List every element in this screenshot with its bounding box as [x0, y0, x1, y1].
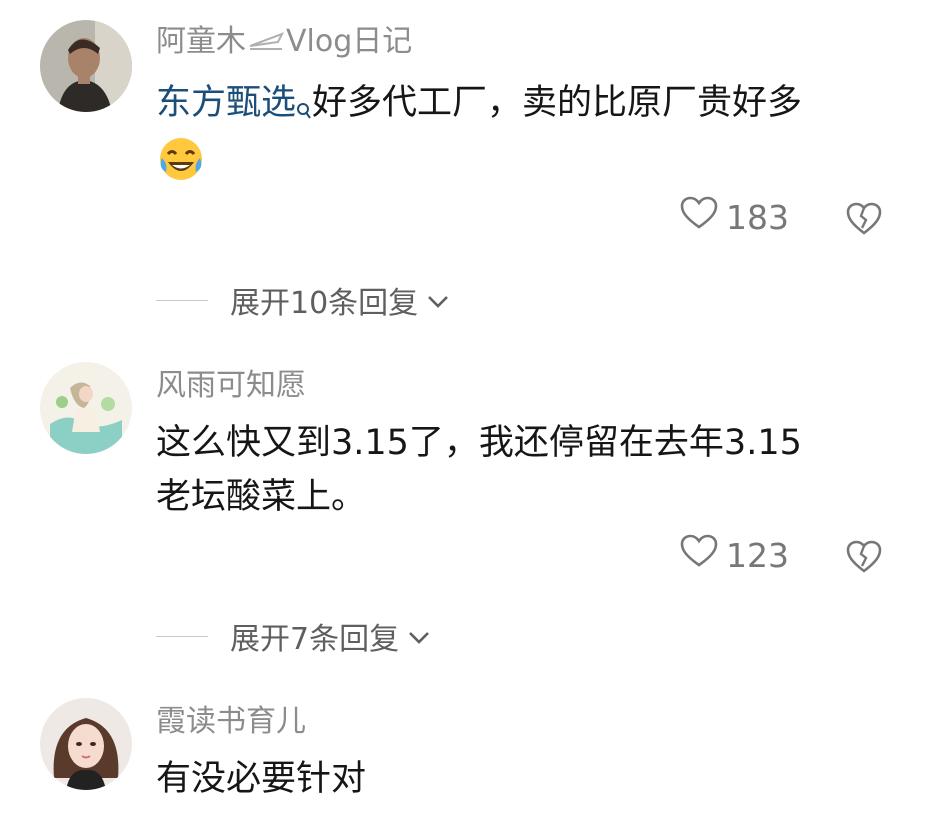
- broken-heart-icon: [846, 540, 882, 578]
- dislike-button[interactable]: [846, 202, 882, 240]
- broken-heart-icon: [846, 202, 882, 240]
- chevron-down-icon: [407, 619, 431, 654]
- comment-text: 有没必要针对: [156, 752, 896, 806]
- comment-text: 东方甄选 好多代工厂，卖的比原厂贵好多: [156, 76, 896, 198]
- mention-link[interactable]: 东方甄选: [156, 83, 296, 123]
- comment-body-line-2: 老坛酸菜上。: [156, 477, 367, 517]
- username[interactable]: 霞读书育儿: [156, 704, 306, 740]
- username-text: 阿童木: [156, 24, 246, 59]
- expand-replies-label: 展开10条回复: [230, 286, 419, 321]
- avatar[interactable]: [40, 698, 132, 790]
- laughing-crying-emoji-icon: [156, 136, 206, 198]
- comment-body: 有没必要针对: [156, 759, 367, 799]
- avatar[interactable]: [40, 20, 132, 112]
- comment-text: 这么快又到3.15了，我还停留在去年3.15 老坛酸菜上。: [156, 416, 896, 524]
- divider: [156, 299, 208, 301]
- username[interactable]: 风雨可知愿: [156, 368, 306, 404]
- expand-replies-button[interactable]: 展开10条回复: [156, 278, 450, 322]
- heart-outline-icon: [680, 196, 718, 238]
- airplane-icon: [248, 25, 285, 61]
- like-button[interactable]: 123: [680, 534, 789, 576]
- avatar[interactable]: [40, 362, 132, 454]
- heart-outline-icon: [680, 534, 718, 576]
- comment-body: 好多代工厂，卖的比原厂贵好多: [312, 83, 803, 123]
- search-icon: [296, 82, 312, 136]
- like-count: 183: [726, 197, 789, 237]
- divider: [156, 635, 208, 637]
- expand-replies-button[interactable]: 展开7条回复: [156, 614, 431, 658]
- chevron-down-icon: [426, 283, 450, 318]
- dislike-button[interactable]: [846, 540, 882, 578]
- like-count: 123: [726, 535, 789, 575]
- username-suffix: Vlog日记: [286, 24, 413, 59]
- expand-replies-label: 展开7条回复: [230, 622, 400, 657]
- username[interactable]: 阿童木 Vlog日记: [156, 24, 412, 61]
- comment-body-line-1: 这么快又到3.15了，我还停留在去年3.15: [156, 423, 802, 463]
- like-button[interactable]: 183: [680, 196, 789, 238]
